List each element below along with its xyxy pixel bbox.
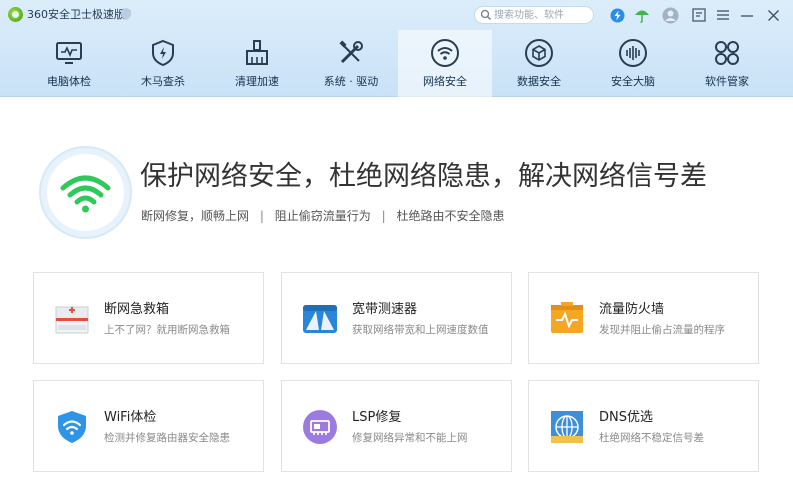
title-bar: 360安全卫士极速版 搜索功能、软件 (0, 0, 793, 30)
subtitle-item: 杜绝路由不安全隐患 (396, 209, 505, 223)
card-title: WiFi体检 (104, 410, 157, 425)
first-aid-kit-icon (55, 306, 89, 334)
subtitle-item: 阻止偷窃流量行为 (274, 209, 371, 223)
search-box[interactable]: 搜索功能、软件 (474, 6, 594, 24)
wifi-circle-icon (431, 39, 459, 67)
broom-icon (246, 40, 268, 65)
wifi-shield-icon (58, 411, 86, 443)
menu-icon[interactable] (714, 6, 732, 24)
nav-item-system-driver[interactable]: 系统 · 驱动 (304, 30, 398, 97)
tool-card-lsp-repair[interactable]: LSP修复 修复网络异常和不能上网 (281, 380, 512, 472)
shield-status-icon[interactable] (121, 8, 131, 20)
card-title: DNS优选 (599, 410, 653, 425)
tool-card-speed-test[interactable]: 宽带测速器 获取网络带宽和上网速度数值 (281, 272, 512, 364)
shield-bolt-icon (152, 39, 174, 67)
nav-label: 数据安全 (517, 75, 561, 88)
page-subtitle: 断网修复，顺畅上网 | 阻止偷窃流量行为 | 杜绝路由不安全隐患 (141, 208, 504, 224)
card-description: 获取网络带宽和上网速度数值 (352, 324, 489, 336)
tool-card-network-firstaid[interactable]: 断网急救箱 上不了网？就用断网急救箱 (33, 272, 264, 364)
app-logo-icon (8, 7, 23, 22)
tool-card-dns-optimize[interactable]: DNS优选 杜绝网络不稳定信号差 (528, 380, 759, 472)
user-avatar-icon[interactable] (661, 6, 679, 24)
card-description: 杜绝网络不稳定信号差 (599, 432, 704, 444)
feedback-icon[interactable] (690, 6, 708, 24)
nav-label: 安全大脑 (611, 75, 655, 88)
card-description: 修复网络异常和不能上网 (352, 432, 468, 444)
nav-label: 电脑体检 (47, 75, 91, 88)
brain-icon (619, 39, 647, 67)
close-icon[interactable] (764, 6, 782, 24)
card-description: 检测并修复路由器安全隐患 (104, 432, 230, 444)
network-card-icon (303, 410, 337, 444)
cube-icon (525, 39, 553, 67)
firewall-icon (551, 302, 583, 333)
nav-item-cleanup[interactable]: 清理加速 (210, 30, 304, 97)
nav-item-trojan-scan[interactable]: 木马查杀 (116, 30, 210, 97)
nav-item-security-brain[interactable]: 安全大脑 (586, 30, 680, 97)
app-title: 360安全卫士极速版 (27, 8, 125, 21)
card-title: 宽带测速器 (352, 302, 418, 317)
card-title: 流量防火墙 (599, 302, 665, 317)
tool-card-traffic-firewall[interactable]: 流量防火墙 发现并阻止偷占流量的程序 (528, 272, 759, 364)
page-title: 保护网络安全，杜绝网络隐患，解决网络信号差 (140, 161, 707, 192)
card-title: 断网急救箱 (104, 302, 170, 317)
nav-label: 清理加速 (235, 75, 279, 88)
nav-label: 网络安全 (423, 75, 467, 88)
globe-icon (551, 411, 583, 443)
search-icon (480, 9, 491, 20)
wrench-icon (339, 40, 363, 64)
header: 360安全卫士极速版 搜索功能、软件 电脑体检 木马查杀 清理加速 系统 · 驱… (0, 0, 793, 97)
wifi-icon (60, 175, 111, 213)
speedometer-icon (303, 305, 337, 333)
search-input[interactable]: 搜索功能、软件 (494, 8, 564, 23)
nav-item-network-security[interactable]: 网络安全 (398, 30, 492, 97)
main-nav: 电脑体检 木马查杀 清理加速 系统 · 驱动 网络安全 数据安全 安全大脑 软件… (22, 30, 793, 97)
nav-label: 软件管家 (705, 75, 749, 88)
card-title: LSP修复 (352, 410, 402, 425)
subtitle-separator: | (259, 209, 264, 223)
hero-wifi-badge (41, 148, 130, 237)
nav-item-software-manager[interactable]: 软件管家 (680, 30, 774, 97)
nav-label: 系统 · 驱动 (323, 75, 379, 88)
nav-item-pc-checkup[interactable]: 电脑体检 (22, 30, 116, 97)
umbrella-icon[interactable] (633, 6, 651, 24)
subtitle-separator: | (381, 209, 386, 223)
minimize-icon[interactable] (738, 6, 756, 24)
tool-card-wifi-checkup[interactable]: WiFi体检 检测并修复路由器安全隐患 (33, 380, 264, 472)
nav-item-data-security[interactable]: 数据安全 (492, 30, 586, 97)
apps-icon (715, 41, 739, 65)
monitor-pulse-icon (56, 42, 82, 64)
nav-label: 木马查杀 (141, 75, 185, 88)
card-description: 发现并阻止偷占流量的程序 (599, 324, 725, 336)
card-description: 上不了网？就用断网急救箱 (104, 324, 230, 336)
lightning-icon[interactable] (608, 6, 626, 24)
subtitle-item: 断网修复，顺畅上网 (141, 209, 250, 223)
